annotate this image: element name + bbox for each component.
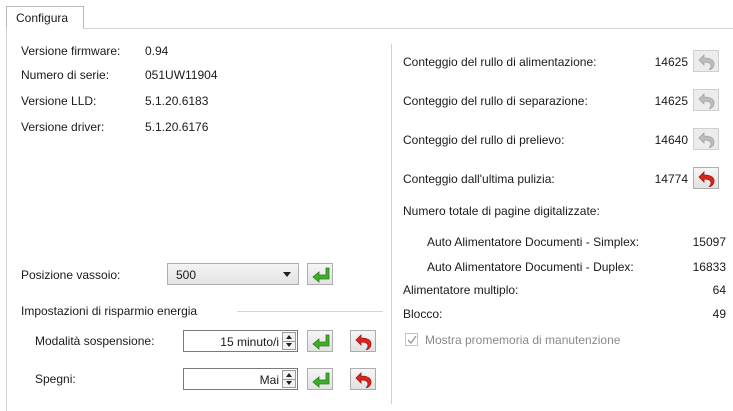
off-label: Spegni: xyxy=(35,372,76,386)
reminder-checkbox[interactable] xyxy=(405,333,418,346)
sleep-spinbox[interactable]: 15 minuto/i xyxy=(183,330,298,352)
duplex-label: Auto Alimentatore Documenti - Duplex: xyxy=(427,260,634,274)
tray-select-value: 500 xyxy=(176,268,197,282)
apply-enter-icon xyxy=(312,372,330,388)
feed-roller-value: 14625 xyxy=(654,55,688,69)
sleep-apply-button[interactable] xyxy=(307,330,333,352)
sleep-spin-buttons[interactable] xyxy=(282,332,296,350)
serial-label: Numero di serie: xyxy=(21,68,110,82)
sleep-label: Modalità sospensione: xyxy=(35,334,155,348)
pick-roller-label: Conteggio del rullo di prelievo: xyxy=(403,133,565,147)
tray-select[interactable]: 500 xyxy=(167,263,299,285)
separation-roller-label: Conteggio del rullo di separazione: xyxy=(403,94,588,108)
serial-value: 051UW11904 xyxy=(145,68,218,82)
cleaning-reset-button[interactable] xyxy=(693,167,719,189)
simplex-label: Auto Alimentatore Documenti - Simplex: xyxy=(427,235,640,249)
duplex-value: 16833 xyxy=(692,260,726,274)
spin-down-icon xyxy=(286,381,292,385)
pick-roller-reset-button[interactable] xyxy=(693,128,719,150)
driver-value: 5.1.20.6176 xyxy=(145,120,209,134)
reset-undo-icon xyxy=(355,334,372,350)
reset-undo-icon xyxy=(698,132,715,148)
tab-edge xyxy=(83,6,84,28)
column-divider xyxy=(391,44,392,404)
feed-roller-label: Conteggio del rullo di alimentazione: xyxy=(403,55,597,69)
spin-down-icon xyxy=(286,343,292,347)
feed-roller-reset-button[interactable] xyxy=(693,50,719,72)
sleep-value: 15 minuto/i xyxy=(220,335,279,349)
reset-undo-icon xyxy=(355,372,372,388)
firmware-value: 0.94 xyxy=(145,44,169,58)
off-spinbox[interactable]: Mai xyxy=(183,368,298,390)
reset-undo-icon xyxy=(698,54,715,70)
separation-roller-reset-button[interactable] xyxy=(693,89,719,111)
simplex-value: 15097 xyxy=(692,235,726,249)
settings-panel xyxy=(6,28,733,411)
off-apply-button[interactable] xyxy=(307,368,333,390)
cleaning-label: Conteggio dall'ultima pulizia: xyxy=(403,172,555,186)
off-value: Mai xyxy=(259,373,279,387)
spin-up-icon xyxy=(286,373,292,377)
multifeed-label: Alimentatore multiplo: xyxy=(403,283,519,297)
off-spin-buttons[interactable] xyxy=(282,370,296,388)
jam-value: 49 xyxy=(712,307,726,321)
driver-label: Versione driver: xyxy=(21,120,105,134)
sleep-reset-button[interactable] xyxy=(350,330,376,352)
tab-gap xyxy=(7,28,83,29)
off-reset-button[interactable] xyxy=(350,368,376,390)
power-group-label: Impostazioni di risparmio energia xyxy=(21,304,198,318)
multifeed-value: 64 xyxy=(712,283,726,297)
spin-up-icon xyxy=(286,335,292,339)
tab-configura[interactable]: Configura xyxy=(6,6,84,28)
tray-apply-button[interactable] xyxy=(307,263,333,285)
lld-value: 5.1.20.6183 xyxy=(145,94,209,108)
reminder-label: Mostra promemoria di manutenzione xyxy=(425,333,621,347)
tray-label: Posizione vassoio: xyxy=(21,268,121,282)
lld-label: Versione LLD: xyxy=(21,94,97,108)
totals-heading: Numero totale di pagine digitalizzate: xyxy=(403,204,600,218)
cleaning-value: 14774 xyxy=(654,172,688,186)
apply-enter-icon xyxy=(312,267,330,283)
separation-roller-value: 14625 xyxy=(654,94,688,108)
pick-roller-value: 14640 xyxy=(654,133,688,147)
firmware-label: Versione firmware: xyxy=(21,44,121,58)
checkmark-icon xyxy=(407,335,417,345)
chevron-down-icon xyxy=(283,272,291,277)
group-separator xyxy=(237,311,383,312)
reset-undo-icon xyxy=(698,171,715,187)
reset-undo-icon xyxy=(698,93,715,109)
spin-divider xyxy=(283,379,295,380)
spin-divider xyxy=(283,341,295,342)
tab-label: Configura xyxy=(16,11,69,25)
jam-label: Blocco: xyxy=(403,307,443,321)
apply-enter-icon xyxy=(312,334,330,350)
